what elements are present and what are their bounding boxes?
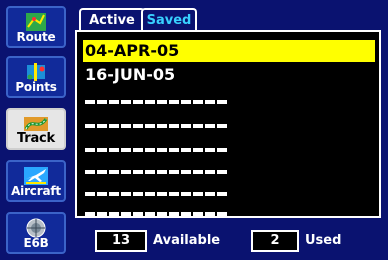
sidebar-item-track[interactable]: Track bbox=[6, 108, 66, 150]
available-count: 13 bbox=[95, 230, 147, 252]
tab-saved[interactable]: Saved bbox=[141, 8, 197, 32]
empty-slot[interactable] bbox=[85, 100, 229, 104]
list-item-text: 16-JUN-05 bbox=[85, 65, 176, 84]
empty-slot[interactable] bbox=[85, 212, 229, 216]
gps-track-screen: Route Points Track Aircraft E6B Active S… bbox=[0, 0, 388, 260]
tab-active[interactable]: Active bbox=[79, 8, 145, 32]
sidebar-item-route[interactable]: Route bbox=[6, 6, 66, 48]
tab-label: Saved bbox=[146, 13, 192, 28]
sidebar-item-points[interactable]: Points bbox=[6, 56, 66, 98]
saved-tracks-list: 04-APR-05 16-JUN-05 bbox=[75, 30, 381, 218]
list-item[interactable]: 04-APR-05 bbox=[83, 40, 375, 62]
sidebar-item-aircraft[interactable]: Aircraft bbox=[6, 160, 66, 202]
sidebar: Route Points Track Aircraft E6B bbox=[0, 0, 72, 260]
available-label: Available bbox=[153, 233, 221, 248]
sidebar-item-e6b[interactable]: E6B bbox=[6, 212, 66, 254]
status-bar: 13 Available 2 Used bbox=[75, 218, 381, 260]
sidebar-item-label: Aircraft bbox=[11, 184, 61, 198]
tab-label: Active bbox=[89, 13, 135, 28]
sidebar-item-label: Points bbox=[15, 80, 57, 94]
used-count: 2 bbox=[251, 230, 299, 252]
sidebar-item-label: E6B bbox=[23, 236, 49, 250]
used-label: Used bbox=[305, 233, 342, 248]
list-item[interactable]: 16-JUN-05 bbox=[83, 64, 375, 86]
sidebar-item-label: Route bbox=[16, 30, 56, 44]
sidebar-item-label: Track bbox=[17, 131, 55, 146]
empty-slot[interactable] bbox=[85, 124, 229, 128]
empty-slot[interactable] bbox=[85, 170, 229, 174]
empty-slot[interactable] bbox=[85, 192, 229, 196]
list-item-text: 04-APR-05 bbox=[85, 41, 180, 60]
empty-slot[interactable] bbox=[85, 148, 229, 152]
